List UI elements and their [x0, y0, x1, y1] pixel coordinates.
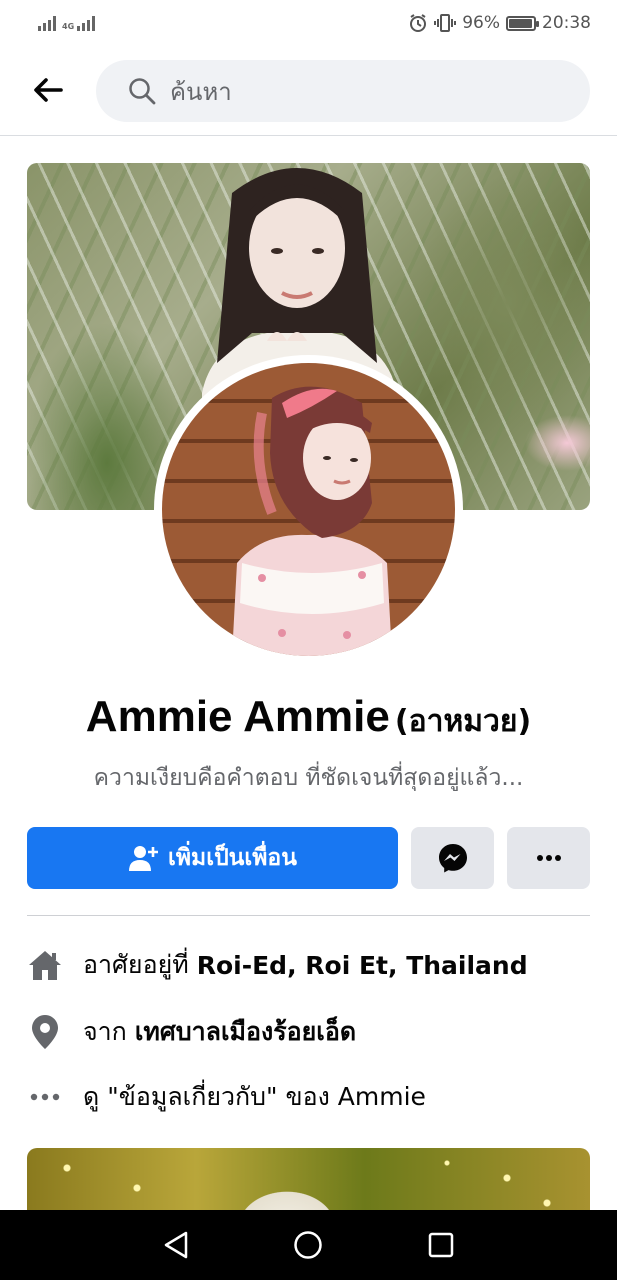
- add-person-icon: [129, 846, 159, 871]
- battery-percent: 96%: [462, 13, 500, 33]
- profile-picture[interactable]: [154, 355, 463, 664]
- search-icon: [129, 78, 156, 105]
- add-friend-button[interactable]: เพิ่มเป็นเพื่อน: [27, 827, 398, 889]
- network-type: 4G: [62, 22, 75, 31]
- messenger-icon: [438, 844, 467, 873]
- nav-home-button[interactable]: [288, 1225, 328, 1265]
- search-input[interactable]: ค้นหา: [96, 60, 590, 122]
- signal-icon: [38, 15, 56, 31]
- lives-in-value: Roi-Ed, Roi Et, Thailand: [196, 950, 528, 980]
- nav-back-button[interactable]: [156, 1225, 196, 1265]
- top-header: ค้นหา: [0, 46, 617, 136]
- avatar: [162, 363, 455, 656]
- arrow-left-icon: [34, 78, 63, 102]
- square-recents-icon: [428, 1232, 454, 1258]
- status-bar: 4G 96% 20:38: [0, 0, 617, 46]
- profile-name: Ammie Ammie: [85, 692, 390, 741]
- from-prefix: จาก: [83, 1017, 127, 1046]
- intro-lives-in: อาศัยอยู่ที่ Roi-Ed, Roi Et, Thailand: [27, 945, 590, 985]
- location-pin-icon: [27, 1014, 63, 1050]
- messenger-button[interactable]: [411, 827, 494, 889]
- more-dots-icon: [536, 855, 561, 861]
- status-left: 4G: [38, 15, 96, 31]
- circle-home-icon: [294, 1231, 323, 1259]
- profile-alternate-name: (อาหมวย): [394, 704, 532, 739]
- profile-bio: ความเงียบคือคำตอบ ที่ชัดเจนที่สุดอยู่แล้…: [93, 765, 524, 791]
- lives-in-prefix: อาศัยอยู่ที่: [83, 950, 189, 979]
- about-suffix: ของ Ammie: [285, 1082, 426, 1111]
- more-options-button[interactable]: [507, 827, 590, 889]
- intro-from: จาก เทศบาลเมืองร้อยเอ็ด: [27, 1012, 590, 1052]
- clock: 20:38: [542, 13, 591, 33]
- signal-icon-2: [77, 15, 96, 31]
- search-placeholder: ค้นหา: [170, 77, 232, 106]
- triangle-back-icon: [164, 1231, 188, 1259]
- profile-name-row: Ammie Ammie (อาหมวย): [0, 692, 617, 745]
- from-value: เทศบาลเมืองร้อยเอ็ด: [134, 1017, 357, 1046]
- home-icon: [27, 947, 63, 983]
- network-indicator: 4G: [62, 15, 96, 31]
- intro-see-about[interactable]: ดู "ข้อมูลเกี่ยวกับ" ของ Ammie: [27, 1077, 590, 1117]
- add-friend-label: เพิ่มเป็นเพื่อน: [168, 845, 297, 871]
- more-dots-icon: [27, 1079, 63, 1115]
- avatar-person-image: [232, 386, 392, 656]
- battery-icon: [506, 15, 539, 31]
- battery-fill: [509, 18, 533, 28]
- nav-recents-button[interactable]: [421, 1225, 461, 1265]
- vibrate-icon: [434, 14, 457, 32]
- alarm-icon: [410, 14, 427, 32]
- about-link[interactable]: "ข้อมูลเกี่ยวกับ": [107, 1077, 277, 1117]
- status-right: 96% 20:38: [408, 13, 591, 33]
- featured-photo-preview[interactable]: [27, 1148, 590, 1218]
- back-button[interactable]: [28, 68, 68, 112]
- about-prefix: ดู: [83, 1082, 100, 1111]
- system-nav-bar: [0, 1210, 617, 1280]
- section-divider: [27, 915, 590, 916]
